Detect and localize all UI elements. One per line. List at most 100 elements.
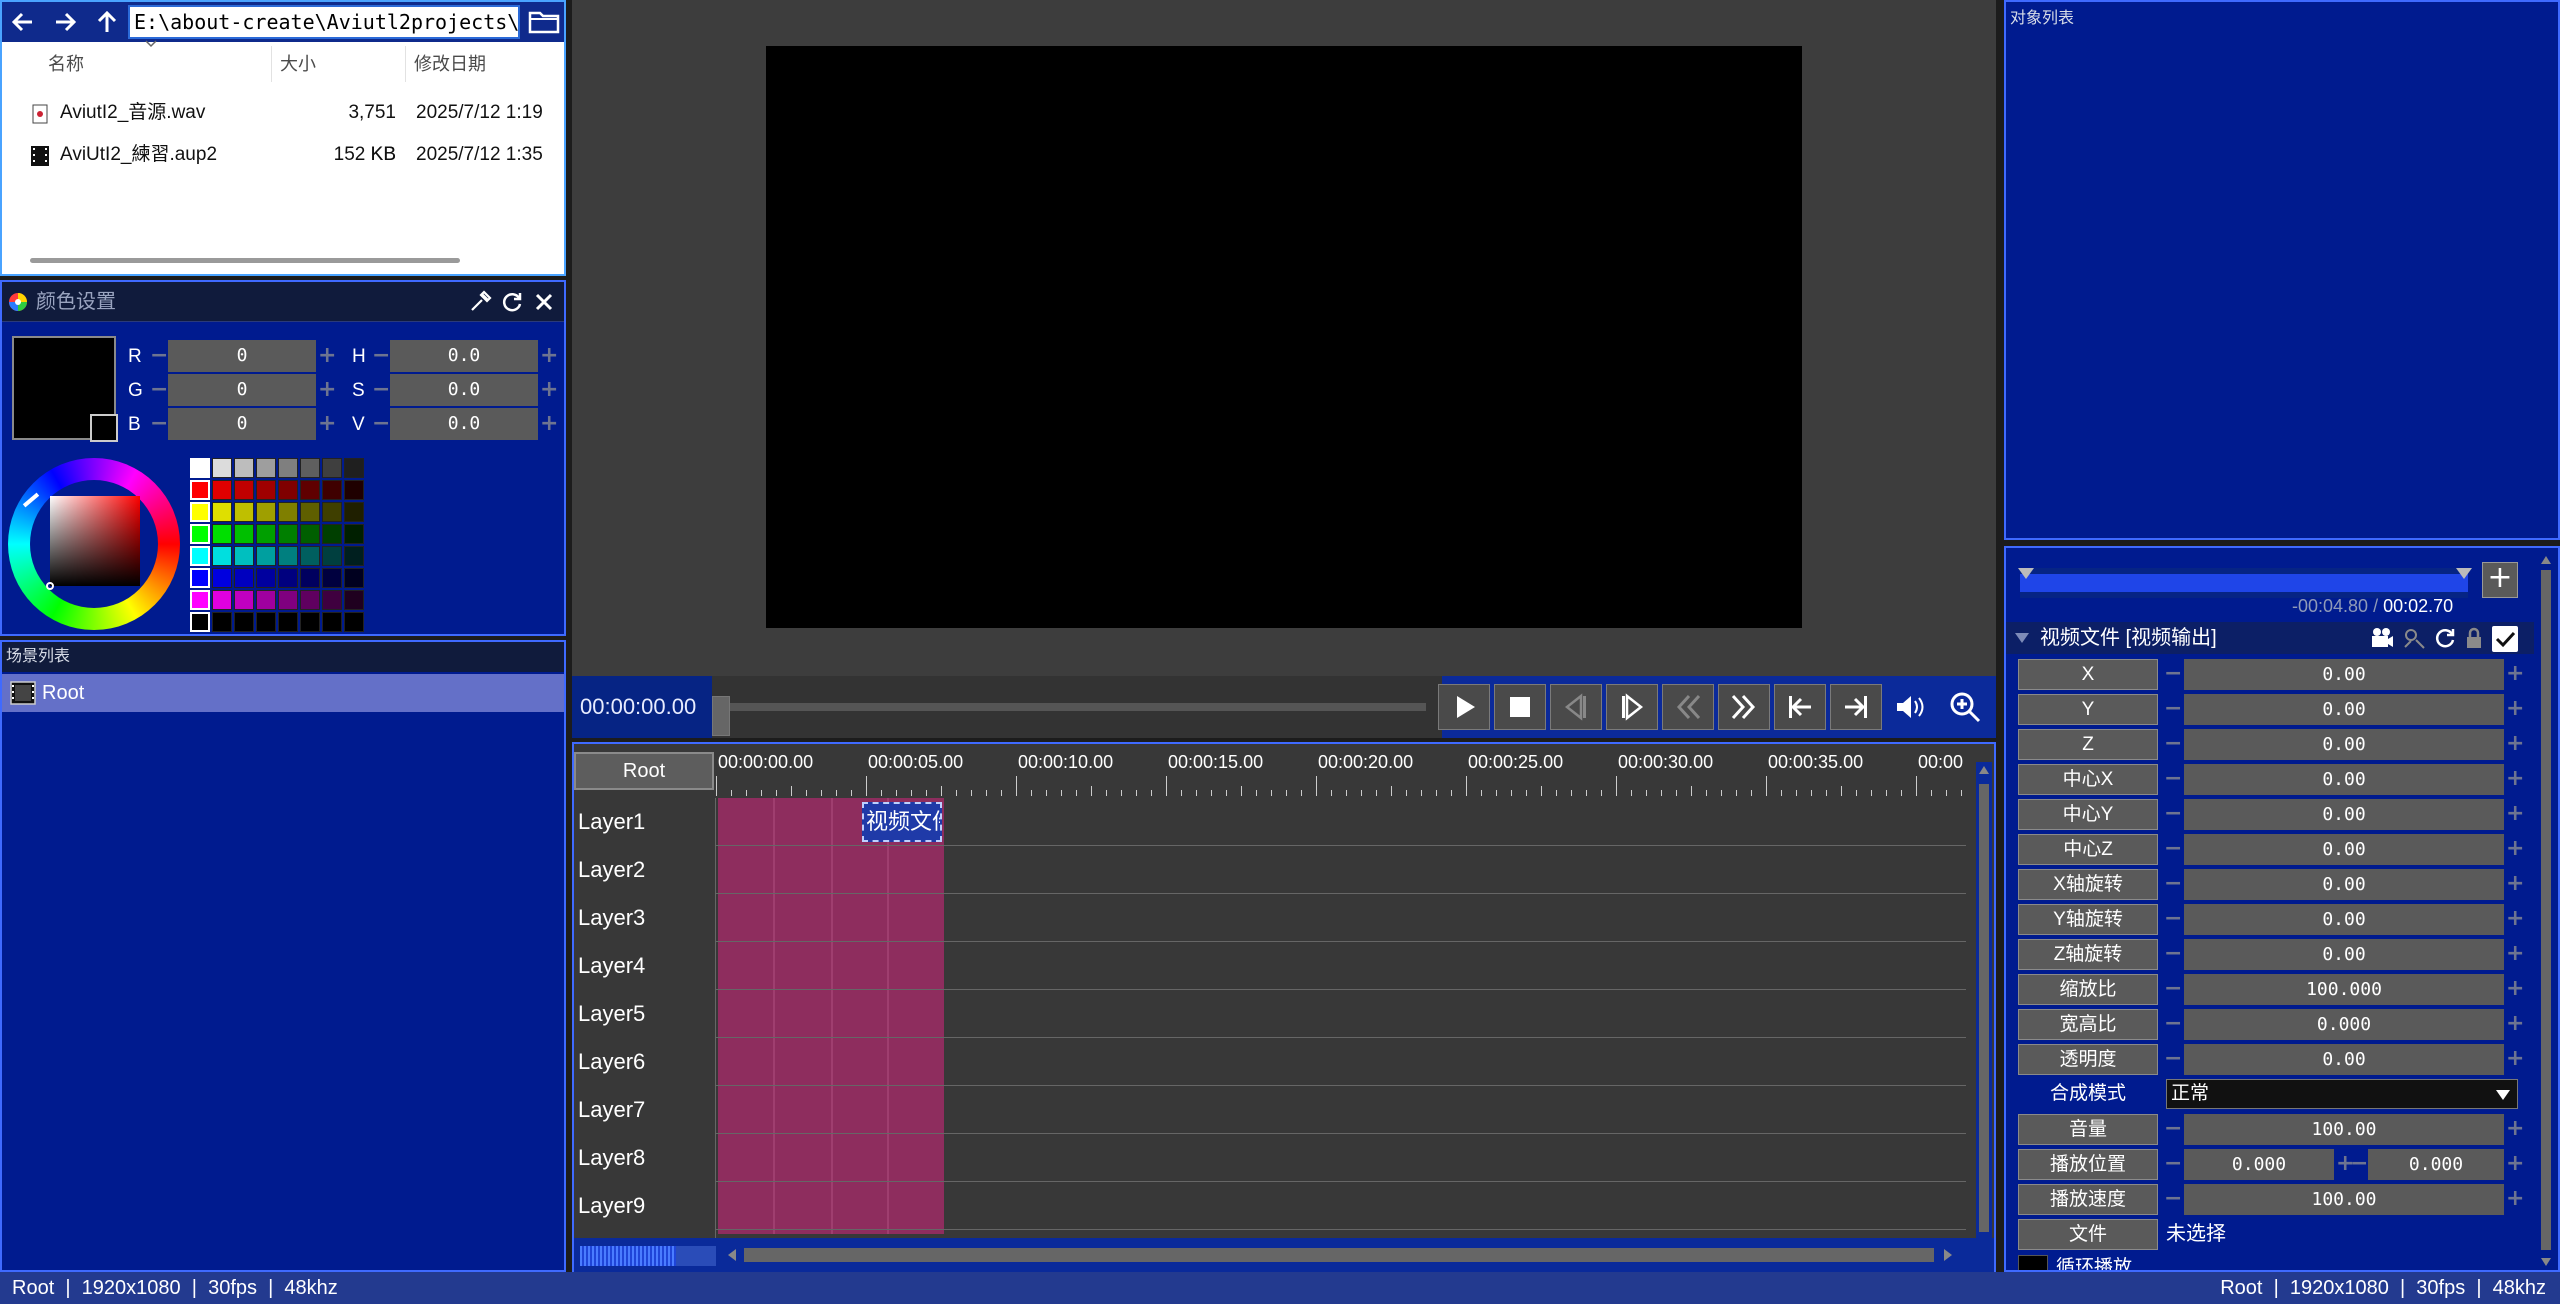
palette-swatch[interactable] [190,590,210,610]
g-minus[interactable]: − [150,374,168,406]
palette-swatch[interactable] [256,546,276,566]
palette-swatch[interactable] [256,458,276,478]
param-label-button[interactable]: Y轴旋转 [2018,904,2158,935]
param-minus[interactable]: − [2164,938,2182,970]
seek-track[interactable] [726,703,1426,711]
palette-swatch[interactable] [278,612,298,632]
param-label-button[interactable]: 播放速度 [2018,1184,2158,1215]
palette-swatch[interactable] [256,590,276,610]
palette-swatch[interactable] [278,568,298,588]
palette-swatch[interactable] [234,524,254,544]
v-value-field[interactable]: 0.0 [390,408,538,440]
column-header-name[interactable]: 名称 [42,46,272,82]
palette-swatch[interactable] [322,546,342,566]
param-minus[interactable]: − [2164,1008,2182,1040]
zoom-level-slider[interactable] [580,1246,676,1266]
scroll-down-icon[interactable] [2540,1256,2552,1268]
prev-frame-button[interactable] [1550,684,1602,730]
s-plus[interactable]: + [540,374,558,406]
param-plus[interactable]: + [2506,1148,2524,1180]
palette-swatch[interactable] [234,480,254,500]
collapse-triangle-icon[interactable] [2014,632,2030,644]
param-label-button[interactable]: 音量 [2018,1114,2158,1145]
param-plus[interactable]: + [2506,798,2524,830]
close-icon[interactable] [532,290,556,314]
zoom-icon[interactable] [1948,690,1982,724]
open-folder-button[interactable] [524,2,564,42]
param-minus[interactable]: − [2164,1183,2182,1215]
go-to-end-button[interactable] [1830,684,1882,730]
palette-swatch[interactable] [344,612,364,632]
palette-swatch[interactable] [234,590,254,610]
palette-swatch[interactable] [300,502,320,522]
b-minus[interactable]: − [150,408,168,440]
palette-swatch[interactable] [190,568,210,588]
palette-swatch[interactable] [322,590,342,610]
scene-item-root[interactable]: Root [2,674,564,712]
palette-swatch[interactable] [278,590,298,610]
param-value-field[interactable]: 0.00 [2184,1044,2504,1075]
scroll-up-icon[interactable] [2540,554,2552,566]
palette-swatch[interactable] [278,546,298,566]
param-plus[interactable]: + [2506,1183,2524,1215]
play-position-end-field[interactable]: 0.000 [2368,1149,2504,1180]
column-header-modified[interactable]: 修改日期 [408,46,564,82]
param-value-field[interactable]: 0.00 [2184,659,2504,690]
palette-swatch[interactable] [234,458,254,478]
param-minus[interactable]: − [2164,1043,2182,1075]
palette-swatch[interactable] [278,502,298,522]
param-minus[interactable]: − [2164,868,2182,900]
param-value-field[interactable]: 0.00 [2184,834,2504,865]
param-value-field[interactable]: 0.000 [2184,1009,2504,1040]
layer-label[interactable]: Layer6 [574,1038,716,1086]
column-header-size[interactable]: 大小 [274,46,406,82]
palette-swatch[interactable] [256,480,276,500]
palette-swatch[interactable] [322,524,342,544]
param-label-button[interactable]: 中心Y [2018,799,2158,830]
param-minus[interactable]: − [2164,1148,2182,1180]
g-value-field[interactable]: 0 [168,374,316,406]
param-minus[interactable]: − [2164,973,2182,1005]
next-frame-button[interactable] [1606,684,1658,730]
palette-swatch[interactable] [344,502,364,522]
param-label-button[interactable]: X轴旋转 [2018,869,2158,900]
r-value-field[interactable]: 0 [168,340,316,372]
filter-section-header[interactable]: 视频文件 [视频输出] [2006,622,2546,654]
h-plus[interactable]: + [540,340,558,372]
param-minus[interactable]: − [2164,763,2182,795]
palette-swatch[interactable] [278,458,298,478]
palette-swatch[interactable] [256,568,276,588]
param-minus[interactable]: − [2164,833,2182,865]
r-minus[interactable]: − [150,340,168,372]
palette-swatch[interactable] [344,546,364,566]
refresh-icon[interactable] [500,290,524,314]
play-button[interactable] [1438,684,1490,730]
palette-swatch[interactable] [212,524,232,544]
param-plus[interactable]: + [2506,973,2524,1005]
palette-swatch[interactable] [190,458,210,478]
param-label-button[interactable]: 透明度 [2018,1044,2158,1075]
param-plus[interactable]: + [2506,1008,2524,1040]
palette-swatch[interactable] [322,458,342,478]
param-label-button[interactable]: 中心X [2018,764,2158,795]
saturation-value-square[interactable] [50,496,140,586]
vertical-scroll-thumb[interactable] [2541,570,2551,1250]
camera-icon[interactable] [2370,627,2394,649]
play-position-start-field[interactable]: 0.000 [2184,1149,2334,1180]
palette-swatch[interactable] [212,458,232,478]
scroll-up-icon[interactable] [1978,764,1990,776]
lock-icon[interactable] [2464,627,2484,649]
param-plus[interactable]: + [2506,728,2524,760]
param-label-button[interactable]: 宽高比 [2018,1009,2158,1040]
param-plus[interactable]: + [2506,658,2524,690]
palette-swatch[interactable] [344,524,364,544]
param-plus[interactable]: + [2506,693,2524,725]
param-value-field[interactable]: 0.00 [2184,764,2504,795]
b-value-field[interactable]: 0 [168,408,316,440]
range-end-handle[interactable] [2456,568,2472,580]
palette-swatch[interactable] [212,590,232,610]
param-value-field[interactable]: 0.00 [2184,939,2504,970]
fast-forward-button[interactable] [1718,684,1770,730]
palette-swatch[interactable] [212,612,232,632]
palette-swatch[interactable] [190,480,210,500]
